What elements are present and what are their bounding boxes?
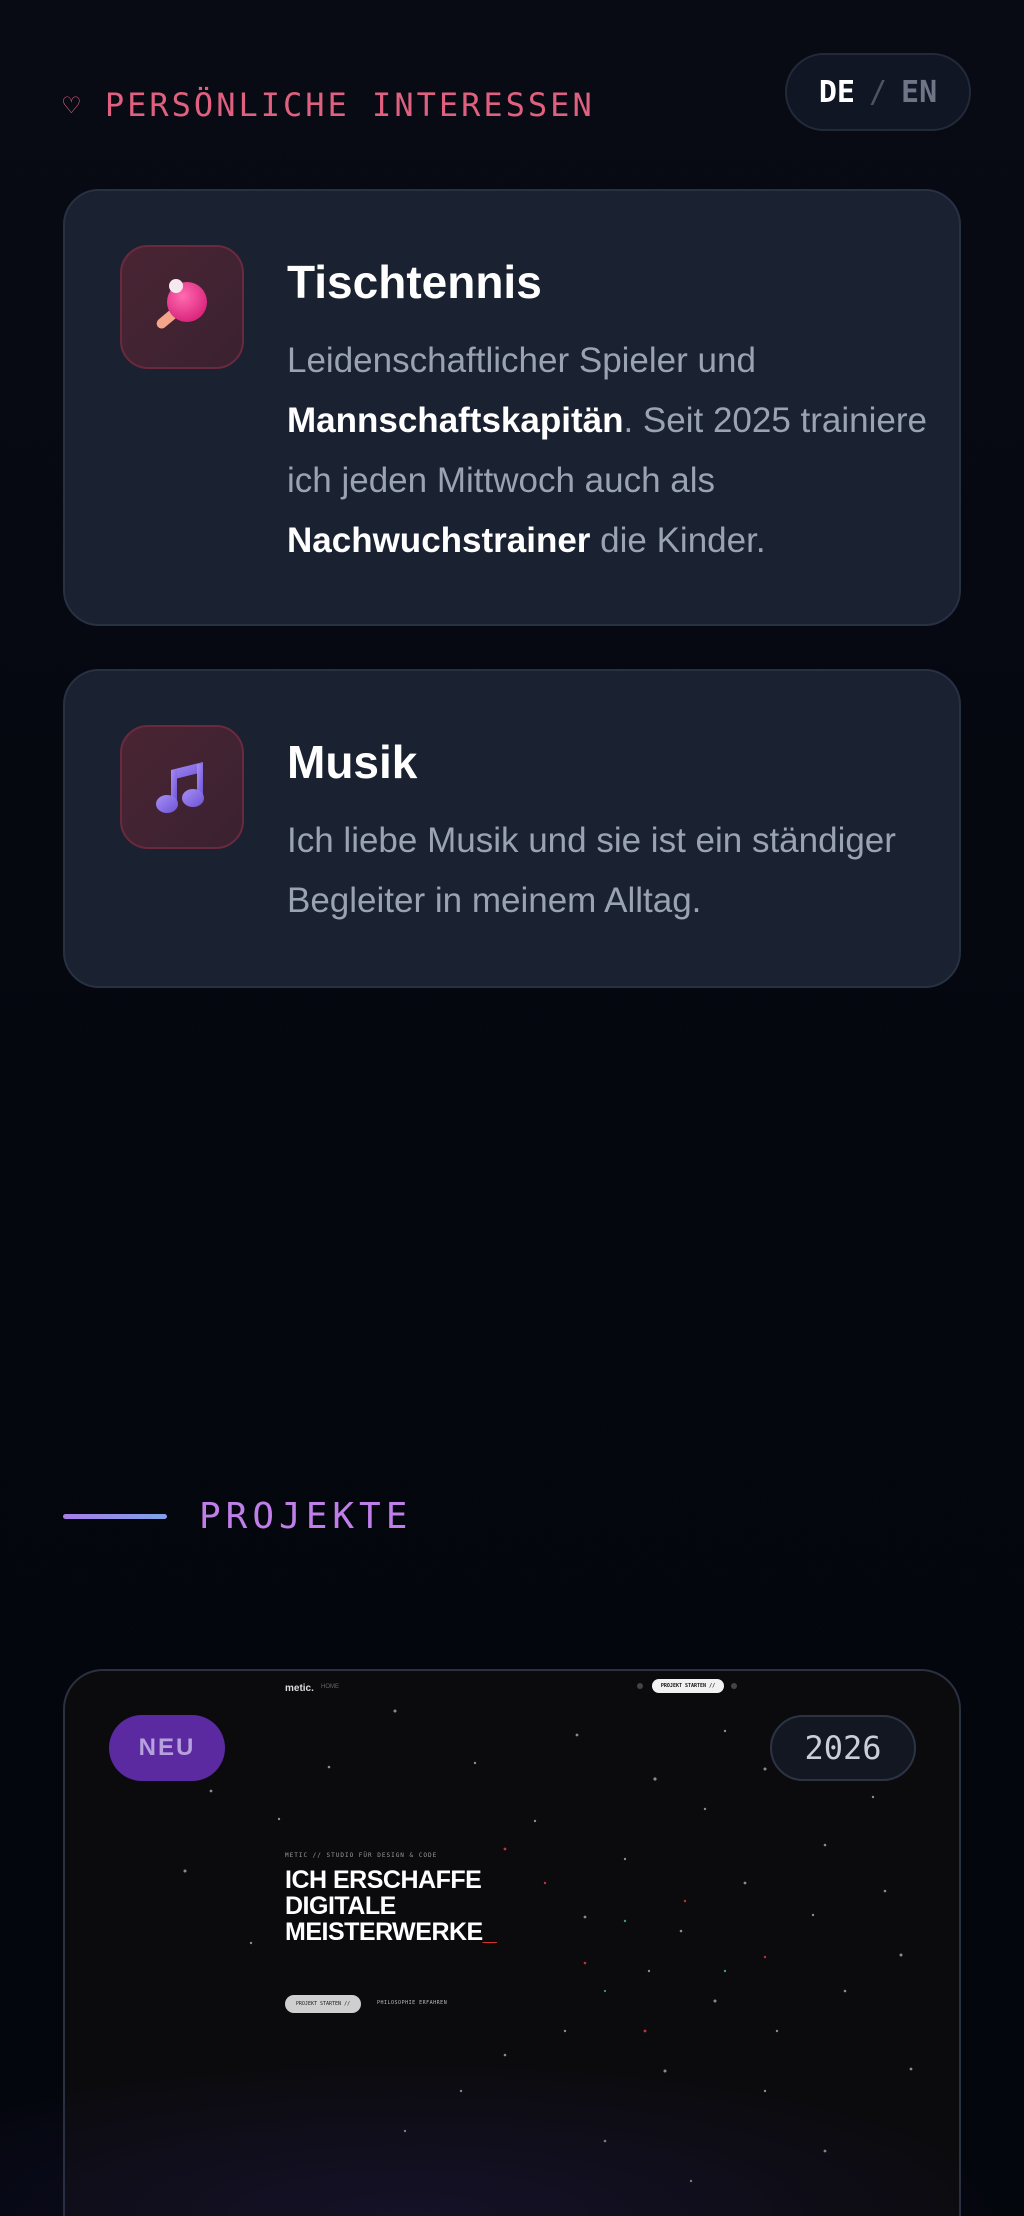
- interest-title: Tischtennis: [287, 256, 542, 308]
- interest-card-music: Musik Ich liebe Musik und sie ist ein st…: [63, 669, 961, 988]
- language-switch[interactable]: DE / EN: [785, 53, 971, 131]
- interests-heading-label: PERSÖNLICHE INTERESSEN: [104, 86, 595, 124]
- music-note-icon: [120, 725, 244, 849]
- interest-description: Leidenschaftlicher Spieler und Mannschaf…: [287, 341, 927, 560]
- heading-divider: [63, 1514, 167, 1519]
- preview-menu-dot: [731, 1683, 737, 1689]
- preview-kicker: METIC // STUDIO FÜR DESIGN & CODE: [285, 1852, 438, 1859]
- lang-en-option[interactable]: EN: [901, 75, 937, 110]
- preview-nav-home: HOME: [321, 1684, 339, 1690]
- preview-primary-button: PROJEKT STARTEN //: [285, 1995, 361, 2013]
- lang-de-option[interactable]: DE: [819, 75, 855, 110]
- project-card[interactable]: metic. HOME PROJEKT STARTEN // METIC // …: [63, 1669, 961, 2216]
- interest-description: Ich liebe Musik und sie ist ein ständige…: [287, 821, 896, 920]
- projects-heading: PROJEKTE: [63, 1496, 412, 1537]
- preview-logo: metic.: [285, 1683, 314, 1694]
- interests-heading: ♡ PERSÖNLICHE INTERESSEN: [63, 86, 595, 124]
- preview-menu-dot: [637, 1683, 643, 1689]
- lang-separator: /: [868, 74, 888, 110]
- heart-icon: ♡: [63, 88, 83, 122]
- preview-cta-button: PROJEKT STARTEN //: [652, 1679, 724, 1693]
- preview-nav: metic. HOME: [285, 1683, 339, 1694]
- preview-secondary-button: PHILOSOPHIE ERFAHREN: [377, 2000, 448, 2006]
- projects-heading-label: PROJEKTE: [199, 1496, 413, 1537]
- year-badge: 2026: [770, 1715, 916, 1781]
- new-badge: NEU: [109, 1715, 225, 1781]
- interest-title: Musik: [287, 736, 418, 788]
- ping-pong-paddle-icon: [120, 245, 244, 369]
- preview-hero-title: ICH ERSCHAFFE DIGITALE MEISTERWERKE_: [285, 1866, 497, 1946]
- interest-card-table-tennis: Tischtennis Leidenschaftlicher Spieler u…: [63, 189, 961, 626]
